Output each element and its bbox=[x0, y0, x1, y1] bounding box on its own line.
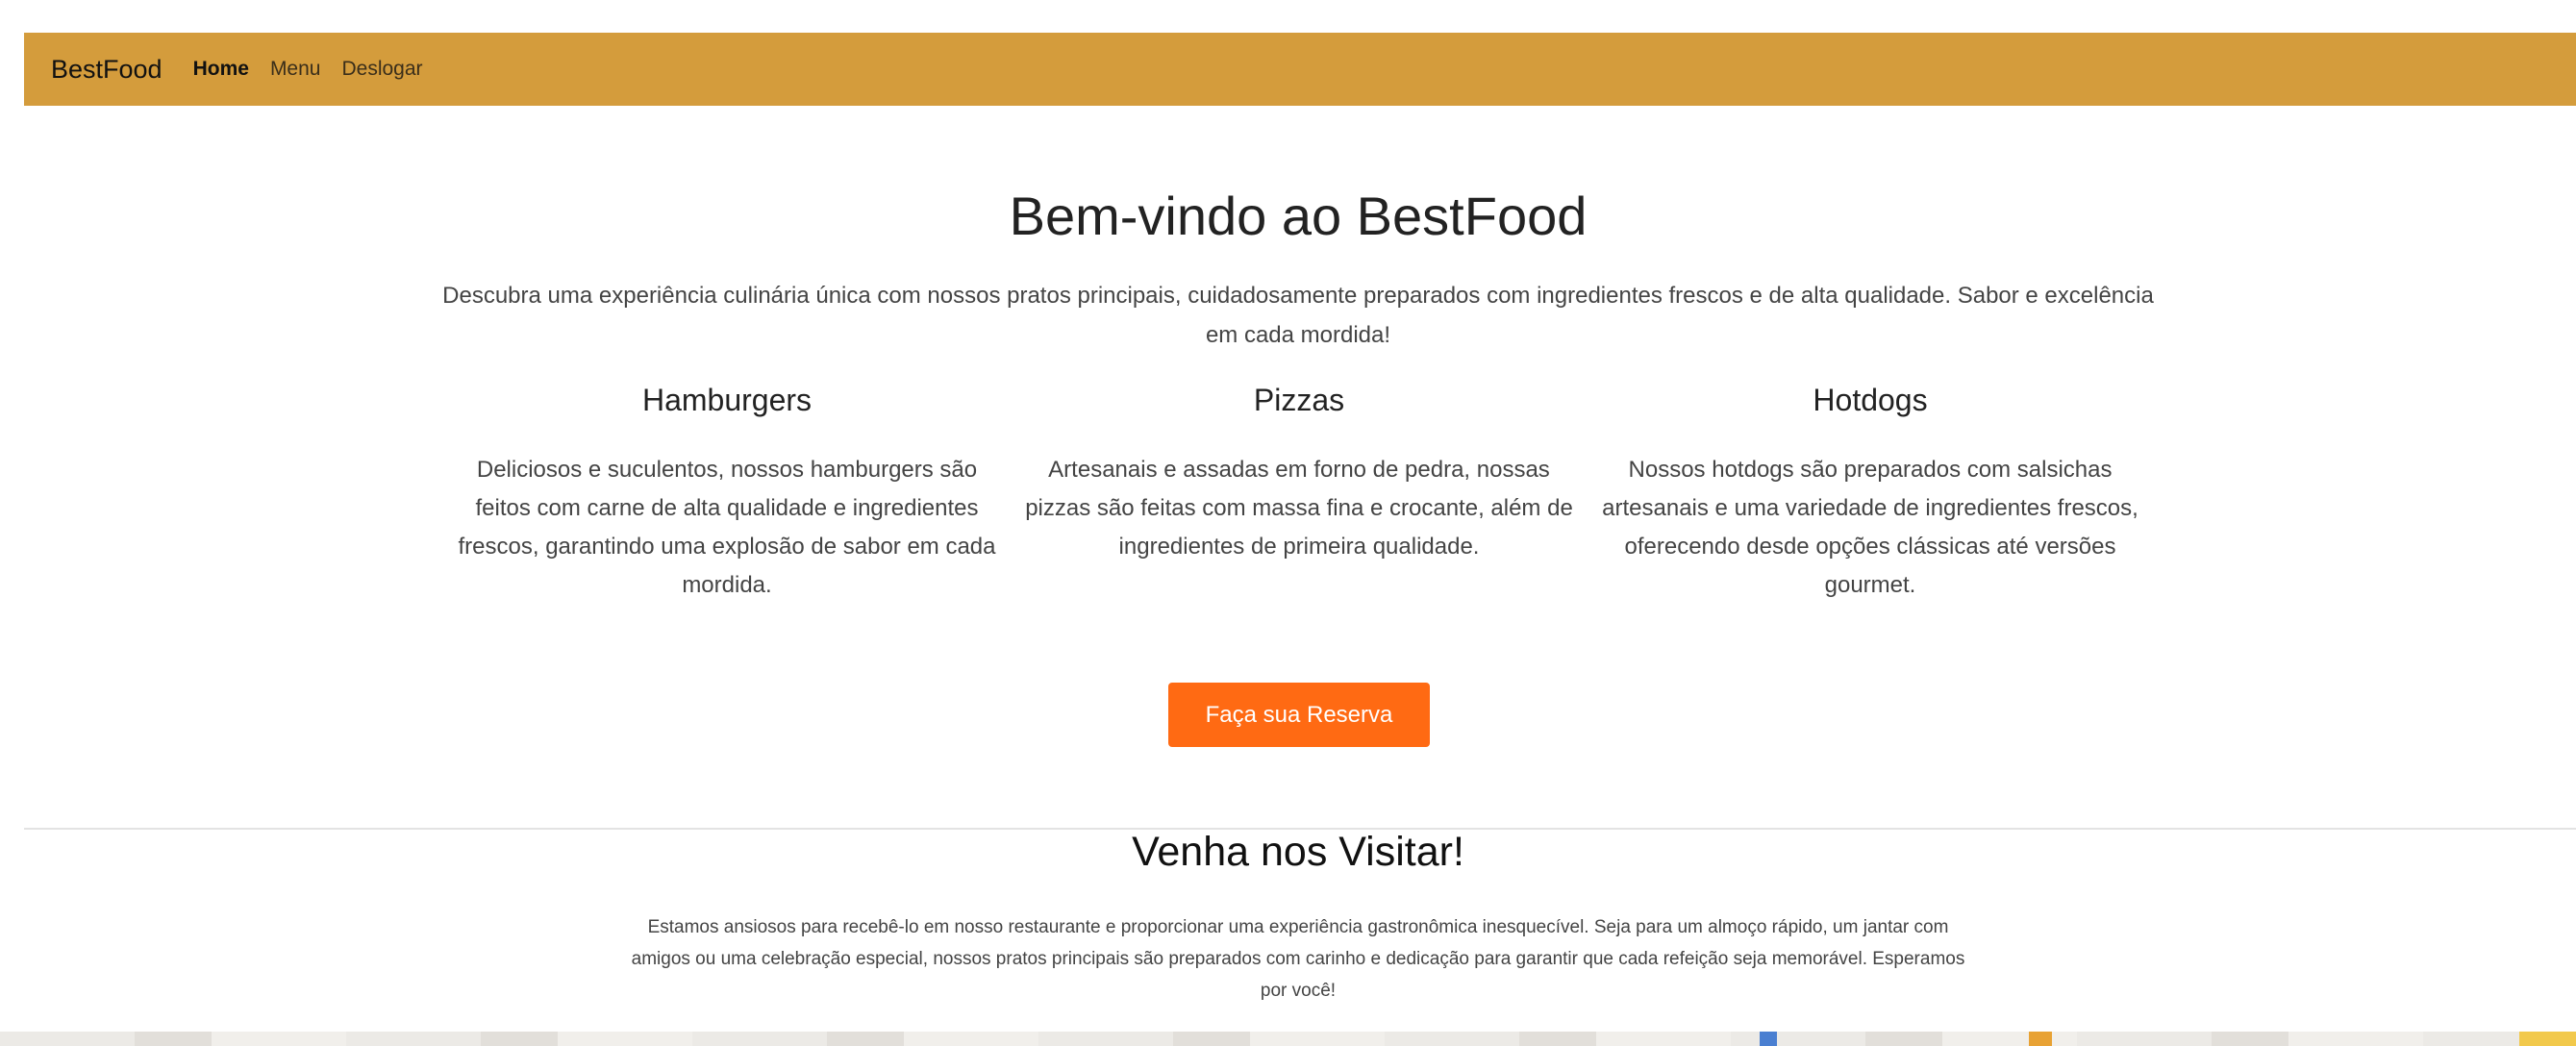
nav-link-deslogar[interactable]: Deslogar bbox=[341, 58, 422, 81]
feature-hotdogs: Hotdogs Nossos hotdogs são preparados co… bbox=[1591, 378, 2149, 605]
feature-text: Artesanais e assadas em forno de pedra, … bbox=[1025, 457, 1573, 560]
hero-description: Descubra uma experiência culinária única… bbox=[442, 283, 2154, 348]
nav-link-home[interactable]: Home bbox=[193, 58, 249, 81]
feature-text: Nossos hotdogs são preparados com salsic… bbox=[1602, 457, 2138, 598]
map-marker-icon bbox=[1760, 1032, 1777, 1046]
page: BestFood Home Menu Deslogar Bem-vindo ao… bbox=[0, 0, 2576, 1046]
visit-title: Venha nos Visitar! bbox=[1132, 829, 1464, 875]
feature-title: Hamburgers bbox=[641, 383, 813, 417]
brand-link[interactable]: BestFood bbox=[51, 55, 163, 85]
map-pin-icon bbox=[2029, 1032, 2052, 1046]
nav-link-menu[interactable]: Menu bbox=[270, 58, 321, 81]
top-navbar: BestFood Home Menu Deslogar bbox=[24, 33, 2576, 106]
visit-description: Estamos ansiosos para recebê-lo em nosso… bbox=[631, 917, 1965, 1001]
embedded-map[interactable] bbox=[0, 1032, 2576, 1046]
feature-hamburgers: Hamburgers Deliciosos e suculentos, noss… bbox=[448, 378, 1006, 605]
map-corner-icon bbox=[2519, 1032, 2576, 1046]
feature-title: Pizzas bbox=[1253, 383, 1345, 417]
feature-title: Hotdogs bbox=[1813, 383, 1928, 417]
feature-text: Deliciosos e suculentos, nossos hamburge… bbox=[458, 457, 996, 598]
feature-pizzas: Pizzas Artesanais e assadas em forno de … bbox=[1020, 378, 1578, 566]
reservation-button[interactable]: Faça sua Reserva bbox=[1168, 683, 1430, 747]
hero-title: Bem-vindo ao BestFood bbox=[1009, 186, 1588, 246]
